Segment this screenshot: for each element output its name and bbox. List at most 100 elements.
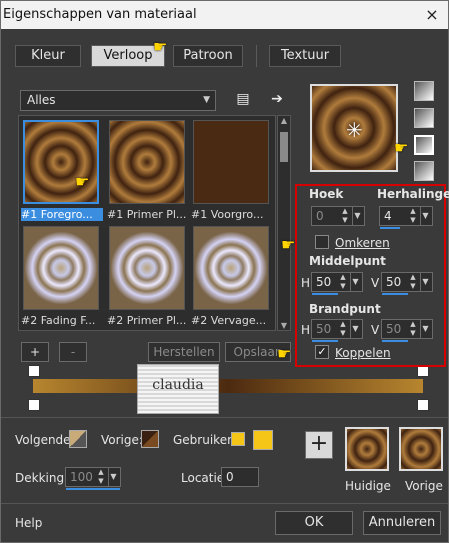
middelpunt-v-stepper[interactable]: 50 ▲ ▼ ▼ xyxy=(381,272,433,295)
tab-kleur[interactable]: Kleur xyxy=(15,45,81,67)
middelpunt-h-stepper[interactable]: 50 ▲ ▼ ▼ xyxy=(311,272,363,295)
koppelen-checkbox[interactable]: ✓ xyxy=(315,345,329,359)
list-item[interactable]: #2 Vervage... xyxy=(191,224,271,328)
volgende-swatch[interactable] xyxy=(69,430,87,448)
hoek-label: Hoek xyxy=(309,187,344,201)
scroll-up-icon[interactable]: ▲ xyxy=(278,116,290,125)
list-item-label: #2 Primer Pl... xyxy=(107,314,187,327)
omkeren-label: Omkeren xyxy=(335,236,390,250)
divider xyxy=(1,503,448,504)
cancel-button[interactable]: Annuleren xyxy=(363,511,441,535)
dekking-value: 100 xyxy=(70,470,93,484)
dekking-stepper[interactable]: 100 ▲ ▼ ▼ xyxy=(65,467,121,490)
tab-textuur[interactable]: Textuur xyxy=(269,45,341,67)
radial-gradient-type-icon[interactable] xyxy=(414,135,434,155)
remove-gradient-button[interactable]: - xyxy=(59,342,87,362)
huidige-label: Huidige xyxy=(345,479,391,493)
chevron-down-icon: ▼ xyxy=(203,95,210,105)
chevron-down-icon[interactable]: ▼ xyxy=(108,468,118,486)
brandpunt-v-value: 50 xyxy=(386,322,402,336)
tab-patroon[interactable]: Patroon xyxy=(173,45,243,67)
locatie-field[interactable]: 0 xyxy=(221,467,259,487)
stepper-updown-icon[interactable]: ▲ ▼ xyxy=(408,273,418,291)
omkeren-checkbox[interactable] xyxy=(315,235,329,249)
stepper-updown-icon[interactable]: ▲ ▼ xyxy=(338,320,348,338)
brandpunt-h-stepper[interactable]: 50 ▲ ▼ ▼ xyxy=(311,319,363,342)
watermark-text: claudia xyxy=(152,377,204,393)
gradient-preview[interactable]: ✳ xyxy=(310,84,398,172)
linear-gradient-type-icon[interactable] xyxy=(414,81,434,101)
list-scrollbar[interactable]: ▲ ▼ xyxy=(277,115,291,331)
user-color-swatch[interactable] xyxy=(253,430,273,450)
close-button[interactable]: × xyxy=(422,5,442,25)
list-item-label: #1 Foregro... xyxy=(21,208,103,221)
locatie-value: 0 xyxy=(226,470,234,484)
color-stop-marker[interactable] xyxy=(28,399,40,411)
list-item[interactable]: #1 Primer Pl... xyxy=(107,118,187,222)
herhalingen-label: Herhalingen xyxy=(377,187,449,201)
gebruiker-label: Gebruiker: xyxy=(173,433,236,447)
color-stop-marker[interactable] xyxy=(417,399,429,411)
chevron-down-icon[interactable]: ▼ xyxy=(420,320,430,338)
list-item[interactable]: #1 Foregro... xyxy=(21,118,103,222)
color-stop-marker[interactable] xyxy=(28,365,40,377)
dekking-label: Dekking: xyxy=(15,471,69,485)
add-to-swatches-button[interactable]: + xyxy=(305,431,333,459)
help-link[interactable]: Help xyxy=(15,516,42,530)
value-indicator-bar xyxy=(382,293,408,295)
arrow-right-icon[interactable]: ➔ xyxy=(267,90,287,108)
list-item-label: #2 Vervage... xyxy=(191,314,267,327)
list-item-label: #1 Primer Pl... xyxy=(107,208,187,221)
ok-button[interactable]: OK xyxy=(275,511,353,535)
huidige-swatch[interactable] xyxy=(345,427,389,471)
pointer-hand-icon: ☛ xyxy=(277,344,292,363)
middelpunt-label: Middelpunt xyxy=(309,254,386,268)
scroll-down-icon[interactable]: ▼ xyxy=(278,321,290,330)
pointer-hand-icon: ☛ xyxy=(75,172,90,191)
brandpunt-label: Brandpunt xyxy=(309,302,381,316)
sunburst-gradient-type-icon[interactable] xyxy=(414,161,434,181)
chevron-down-icon[interactable]: ▼ xyxy=(352,207,362,225)
brandpunt-v-stepper[interactable]: 50 ▲ ▼ ▼ xyxy=(381,319,433,342)
herhalingen-stepper[interactable]: 4 ▲ ▼ ▼ xyxy=(379,206,433,229)
koppelen-label: Koppelen xyxy=(335,346,391,360)
gradient-thumbnail xyxy=(23,120,99,204)
list-item[interactable]: #1 Voorgro... xyxy=(191,118,271,222)
vorige-swatch[interactable] xyxy=(141,430,159,448)
value-indicator-bar xyxy=(312,293,338,295)
stepper-updown-icon[interactable]: ▲ ▼ xyxy=(340,207,350,225)
user-color-swatch-small[interactable] xyxy=(231,432,245,446)
vorige-swatch-label: Vorige xyxy=(405,479,443,493)
chevron-down-icon[interactable]: ▼ xyxy=(420,207,430,225)
list-item[interactable]: #2 Fading F... xyxy=(21,224,101,328)
divider xyxy=(1,417,448,418)
list-item[interactable]: #2 Primer Pl... xyxy=(107,224,187,328)
middelpunt-v-label: V xyxy=(371,276,380,290)
gradient-thumbnail xyxy=(23,226,99,310)
pointer-hand-icon: ☛ xyxy=(153,37,168,56)
hoek-stepper[interactable]: 0 ▲ ▼ ▼ xyxy=(311,206,365,226)
material-properties-dialog: Eigenschappen van materiaal × Kleur Verl… xyxy=(0,0,449,543)
vorige-big-swatch[interactable] xyxy=(399,427,443,471)
middelpunt-v-value: 50 xyxy=(386,275,402,289)
gradient-library-list: #1 Foregro... #1 Primer Pl... #1 Voorgro… xyxy=(18,115,276,331)
value-indicator-bar xyxy=(380,227,400,229)
value-indicator-bar xyxy=(312,340,338,342)
stepper-updown-icon[interactable]: ▲ ▼ xyxy=(96,468,106,486)
reset-button[interactable]: Herstellen xyxy=(148,342,220,362)
vorige-label: Vorige: xyxy=(101,433,143,447)
gradient-bar[interactable] xyxy=(33,379,423,393)
hoek-value: 0 xyxy=(316,209,324,223)
rectangular-gradient-type-icon[interactable] xyxy=(414,108,434,128)
category-dropdown[interactable]: Alles ▼ xyxy=(20,90,216,111)
scrollbar-thumb[interactable] xyxy=(280,132,288,162)
chevron-down-icon[interactable]: ▼ xyxy=(350,320,360,338)
stepper-updown-icon[interactable]: ▲ ▼ xyxy=(338,273,348,291)
add-gradient-button[interactable]: + xyxy=(21,342,49,362)
tab-separator xyxy=(256,45,257,67)
stepper-updown-icon[interactable]: ▲ ▼ xyxy=(408,320,418,338)
chevron-down-icon[interactable]: ▼ xyxy=(420,273,430,291)
stepper-updown-icon[interactable]: ▲ ▼ xyxy=(408,207,418,225)
open-file-icon[interactable]: ▤ xyxy=(233,90,253,108)
chevron-down-icon[interactable]: ▼ xyxy=(350,273,360,291)
